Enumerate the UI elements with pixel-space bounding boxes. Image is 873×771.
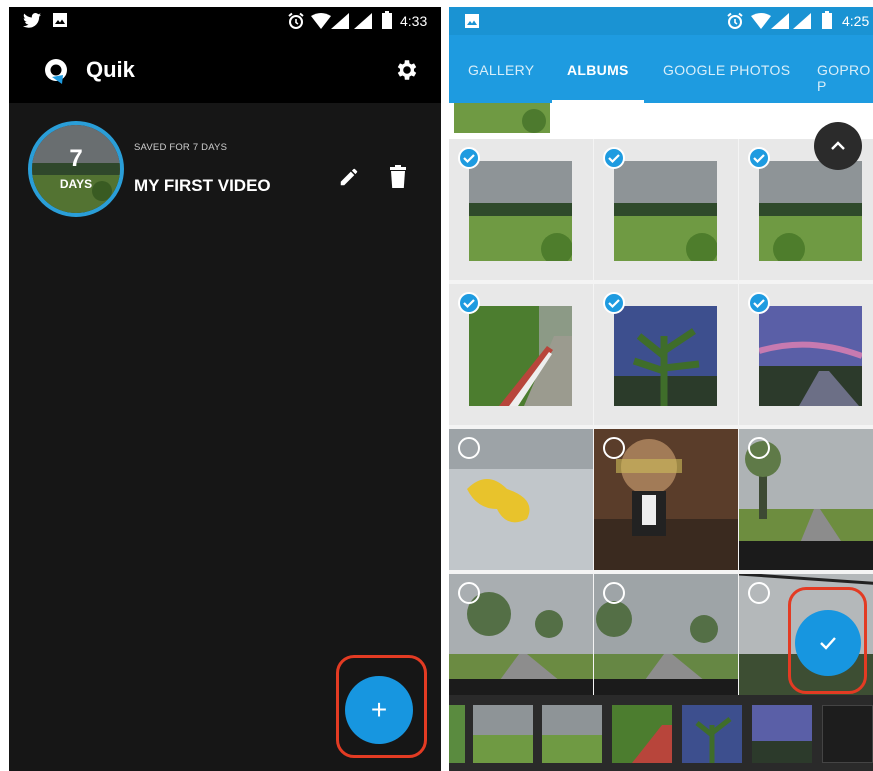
check-icon xyxy=(608,299,620,309)
video-thumbnail[interactable]: 7 DAYS xyxy=(28,121,124,217)
plus-icon: + xyxy=(370,694,388,725)
media-item[interactable] xyxy=(449,574,593,715)
check-icon xyxy=(820,637,836,650)
field-photo xyxy=(614,161,717,261)
selection-circle[interactable] xyxy=(458,437,480,459)
tab-albums[interactable]: ALBUMS xyxy=(567,62,629,78)
chevron-up-icon xyxy=(831,141,845,150)
alarm-icon xyxy=(288,12,304,29)
battery-icon xyxy=(382,11,392,29)
status-time: 4:25 xyxy=(842,13,870,29)
quik-logo-icon xyxy=(45,59,67,84)
tray-thumb[interactable] xyxy=(752,705,812,763)
tray-thumb[interactable] xyxy=(473,705,533,763)
trash-icon[interactable] xyxy=(387,165,409,189)
album-thumb xyxy=(454,103,550,133)
tab-gopro[interactable]: GOPRO P xyxy=(817,62,873,94)
selection-circle[interactable] xyxy=(603,437,625,459)
check-icon xyxy=(463,154,475,164)
video-title: MY FIRST VIDEO xyxy=(134,176,271,195)
roadside-hedge-photo xyxy=(469,306,572,406)
add-video-button[interactable]: + xyxy=(345,676,413,744)
media-item[interactable] xyxy=(594,284,738,425)
days-number: 7 xyxy=(69,145,83,172)
media-item[interactable] xyxy=(449,284,593,425)
selected-tray xyxy=(449,695,873,771)
selection-circle[interactable] xyxy=(458,582,480,604)
check-icon xyxy=(753,154,765,164)
media-item[interactable] xyxy=(594,139,738,280)
tab-gallery[interactable]: GALLERY xyxy=(468,62,534,78)
status-bar: 4:25 xyxy=(449,7,873,35)
selection-check[interactable] xyxy=(748,147,770,169)
signal-icon xyxy=(793,13,811,29)
video-card[interactable]: 7 DAYS SAVED FOR 7 DAYS MY FIRST VIDEO xyxy=(9,115,441,227)
check-icon xyxy=(608,154,620,164)
days-label: DAYS xyxy=(59,177,93,191)
media-picker-screen: 4:25 GALLERY ALBUMS GOOGLE PHOTOS GOPRO … xyxy=(449,7,873,771)
tray-thumb[interactable] xyxy=(612,705,672,763)
status-time: 4:33 xyxy=(400,13,428,29)
media-item[interactable] xyxy=(449,139,593,280)
media-item[interactable] xyxy=(739,284,873,425)
status-bar: 4:33 xyxy=(9,7,441,35)
selection-check[interactable] xyxy=(748,292,770,314)
twitter-icon xyxy=(23,13,41,28)
field-photo xyxy=(469,161,572,261)
evening-road-photo xyxy=(759,306,862,406)
signal-icon xyxy=(771,13,789,29)
selection-circle[interactable] xyxy=(748,437,770,459)
check-icon xyxy=(753,299,765,309)
signal-icon xyxy=(354,13,372,29)
selection-circle[interactable] xyxy=(748,582,770,604)
wifi-icon xyxy=(751,13,771,29)
field-photo xyxy=(759,161,862,261)
tab-google-photos[interactable]: GOOGLE PHOTOS xyxy=(663,62,790,78)
check-icon xyxy=(463,299,475,309)
tray-thumb[interactable] xyxy=(449,705,465,763)
plant-photo xyxy=(614,306,717,406)
confirm-selection-button[interactable] xyxy=(795,610,861,676)
media-item[interactable] xyxy=(594,429,738,570)
quik-home-screen: 4:33 Quik 7 DAYS SAVED FOR 7 DAYS MY FIR… xyxy=(9,7,441,771)
app-bar xyxy=(9,35,441,103)
selection-check[interactable] xyxy=(603,147,625,169)
scroll-top-button[interactable] xyxy=(814,122,862,170)
album-header-row xyxy=(449,103,873,139)
selection-circle[interactable] xyxy=(603,582,625,604)
alarm-icon xyxy=(727,12,743,29)
image-icon xyxy=(53,13,67,27)
tray-empty-slot xyxy=(822,705,873,763)
image-icon xyxy=(465,14,479,28)
selection-check[interactable] xyxy=(458,147,480,169)
app-title: Quik xyxy=(86,57,135,82)
media-item[interactable] xyxy=(594,574,738,715)
media-item[interactable] xyxy=(739,429,873,570)
battery-icon xyxy=(822,11,832,29)
tray-thumb[interactable] xyxy=(682,705,742,763)
selection-check[interactable] xyxy=(603,292,625,314)
tray-thumb[interactable] xyxy=(542,705,602,763)
wifi-icon xyxy=(311,13,331,29)
pencil-icon[interactable] xyxy=(338,166,360,188)
saved-status: SAVED FOR 7 DAYS xyxy=(134,142,228,153)
selection-check[interactable] xyxy=(458,292,480,314)
signal-icon xyxy=(331,13,349,29)
media-item[interactable] xyxy=(449,429,593,570)
settings-icon[interactable] xyxy=(394,57,420,83)
